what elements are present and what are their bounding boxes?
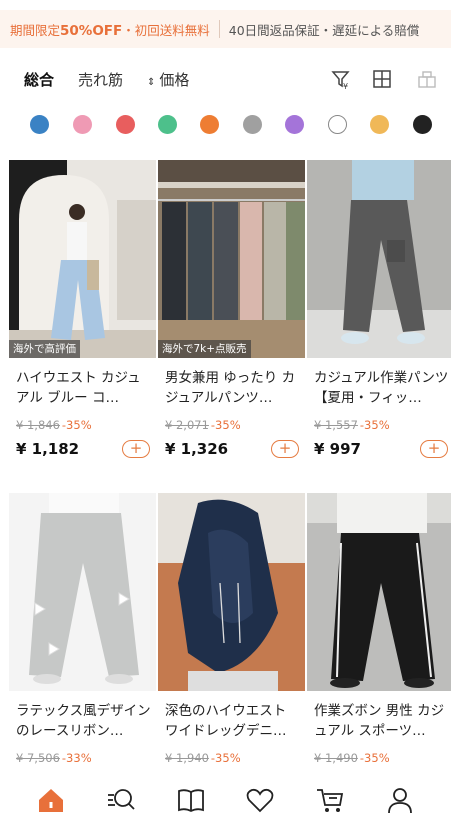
home-icon[interactable] [33, 782, 69, 818]
product-original-price: ¥ 1,490 -35% [314, 751, 390, 765]
color-filter-row [0, 112, 451, 138]
product-title: ハイウエスト カジュアル ブルー コ… [16, 370, 141, 406]
product-price: ¥ 1,326 [165, 440, 229, 458]
product-title: 男女兼用 ゆったり カジュアルパンツ… [165, 370, 296, 406]
color-filter-green[interactable] [158, 115, 177, 134]
product-badge: 海外で高評価 [9, 340, 80, 358]
product-title: ラテックス風デザインのレースリボン… [16, 703, 151, 739]
price-filter-icon[interactable]: ¥ [326, 60, 356, 98]
search-icon[interactable] [103, 782, 139, 818]
promo-guarantee-text: 40日間返品保証・遅延による賠償 [228, 22, 420, 38]
sort-price-label: 価格 [159, 70, 190, 89]
product-original-price: ¥ 1,846 -35% [16, 418, 92, 432]
grid-view-icon[interactable] [367, 60, 397, 98]
add-to-cart-button[interactable]: + [271, 440, 299, 458]
sort-bestseller[interactable]: 売れ筋 [78, 69, 123, 90]
profile-icon[interactable] [382, 782, 418, 818]
svg-text:¥: ¥ [343, 82, 348, 90]
product-image[interactable] [307, 493, 451, 691]
product-title: 深色のハイウエスト ワイドレッグデニ… [165, 703, 287, 739]
color-filter-pink[interactable] [73, 115, 92, 134]
color-filter-red[interactable] [116, 115, 135, 134]
product-image[interactable]: 海外で7k+点販売 [158, 160, 305, 358]
add-to-cart-button[interactable]: + [420, 440, 448, 458]
sort-arrows-icon: ⇕ [147, 76, 156, 88]
product-badge: 海外で7k+点販売 [158, 340, 251, 358]
product-original-price: ¥ 1,940 -35% [165, 751, 241, 765]
bottom-nav [0, 776, 451, 823]
sort-price[interactable]: ⇕ 価格 [147, 69, 189, 90]
color-filter-orange[interactable] [200, 115, 219, 134]
color-filter-blue[interactable] [30, 115, 49, 134]
product-image[interactable] [9, 493, 156, 691]
product-image[interactable] [307, 160, 451, 358]
add-to-cart-button[interactable]: + [122, 440, 150, 458]
product-title: カジュアル作業パンツ【夏用・フィッ… [314, 370, 449, 406]
cart-icon[interactable] [312, 782, 348, 818]
product-image[interactable]: 海外で高評価 [9, 160, 156, 358]
promo-divider [218, 20, 220, 38]
book-icon[interactable] [173, 782, 209, 818]
color-filter-purple[interactable] [285, 115, 304, 134]
product-original-price: ¥ 7,506 -33% [16, 751, 92, 765]
color-filter-yellow[interactable] [370, 115, 389, 134]
product-price: ¥ 1,182 [16, 440, 80, 458]
promo-banner[interactable]: 期間限定50%OFF・初回送料無料 40日間返品保証・遅延による賠償 [0, 10, 451, 48]
color-filter-white[interactable] [328, 115, 347, 134]
sort-bar: 総合 売れ筋 ⇕ 価格 ¥ [0, 60, 451, 98]
sort-overall[interactable]: 総合 [24, 69, 54, 90]
product-original-price: ¥ 2,071 -35% [165, 418, 241, 432]
product-image[interactable] [158, 493, 305, 691]
promo-sale-text: 期間限定50%OFF・初回送料無料 [10, 22, 210, 39]
color-filter-gray[interactable] [243, 115, 262, 134]
product-price: ¥ 997 [314, 440, 361, 458]
heart-icon[interactable] [242, 782, 278, 818]
layout-toggle-icon[interactable] [412, 60, 442, 98]
color-filter-black[interactable] [413, 115, 432, 134]
product-original-price: ¥ 1,557 -35% [314, 418, 390, 432]
product-title: 作業ズボン 男性 カジュアル スポーツ… [314, 703, 445, 739]
